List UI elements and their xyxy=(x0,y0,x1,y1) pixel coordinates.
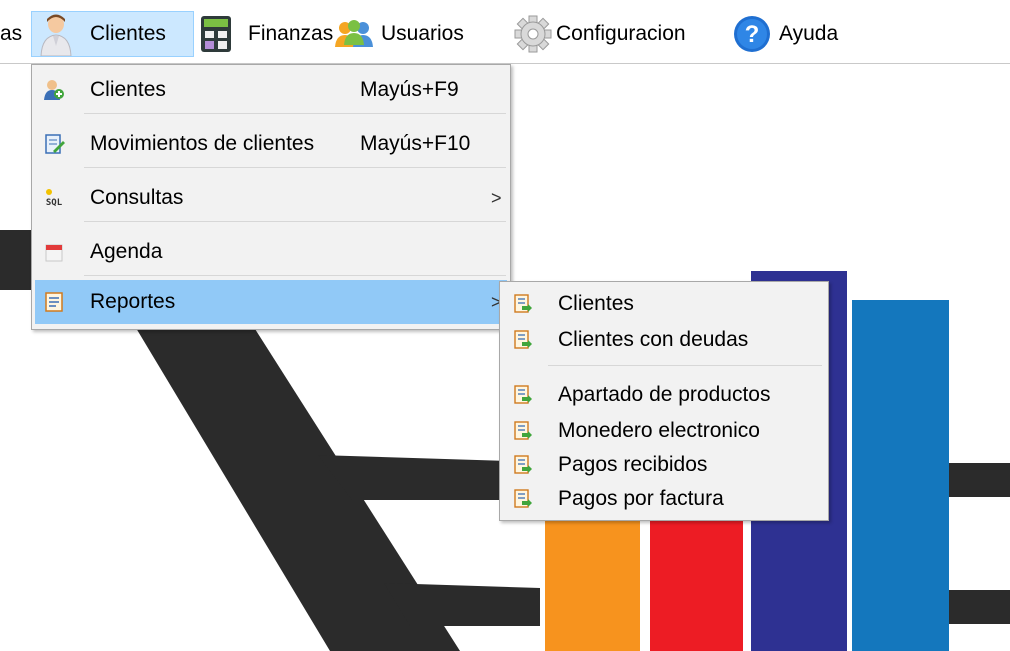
submenu-item-pagos-recibidos[interactable]: Pagos recibidos xyxy=(503,448,825,482)
calculator-icon xyxy=(201,16,231,52)
submenu-item-apartado-de-productos[interactable]: Apartado de productos xyxy=(503,378,825,412)
menubar-item-usuarios[interactable]: Usuarios xyxy=(333,11,464,57)
menubar-item-finanzas[interactable]: Finanzas xyxy=(200,11,333,57)
submenu-item-monedero-electronico[interactable]: Monedero electronico xyxy=(503,414,825,448)
clientes-dropdown-menu: Clientes Mayús+F9 Movimientos de cliente… xyxy=(31,64,511,330)
submenu-item-pagos-por-factura[interactable]: Pagos por factura xyxy=(503,482,825,516)
report-export-icon xyxy=(513,489,533,509)
menubar-item-configuracion[interactable]: Configuracion xyxy=(514,11,686,57)
calendar-icon xyxy=(45,244,63,262)
submenu-item-clientes-con-deudas[interactable]: Clientes con deudas xyxy=(503,323,825,357)
svg-text:SQL: SQL xyxy=(46,198,63,208)
bg-dark-left-block xyxy=(0,230,32,290)
bg-dark-branch-lower xyxy=(384,583,540,626)
submenu-item-clientes[interactable]: Clientes xyxy=(503,287,825,321)
menu-separator xyxy=(84,113,506,114)
report-export-icon xyxy=(513,330,533,350)
menu-separator xyxy=(84,275,506,276)
menubar-item-truncated[interactable]: as xyxy=(0,11,22,57)
menu-item-consultas[interactable]: SQL Consultas > xyxy=(35,175,507,221)
help-icon: ? xyxy=(734,16,770,52)
menu-item-reportes[interactable]: Reportes > xyxy=(35,280,507,324)
bar-red xyxy=(650,520,743,651)
bg-dark-right-stripe-upper xyxy=(945,463,1010,497)
client-add-icon xyxy=(44,80,64,100)
edit-document-icon xyxy=(45,134,65,154)
report-icon xyxy=(45,292,63,312)
submenu-arrow-icon: > xyxy=(491,187,502,208)
menu-item-agenda[interactable]: Agenda xyxy=(35,229,507,275)
bar-blue xyxy=(852,300,949,651)
menu-separator xyxy=(84,167,506,168)
menu-item-movimientos-de-clientes[interactable]: Movimientos de clientes Mayús+F10 xyxy=(35,121,507,167)
users-icon xyxy=(335,20,373,47)
menu-item-clientes[interactable]: Clientes Mayús+F9 xyxy=(35,67,507,113)
bg-dark-right-stripe-lower xyxy=(945,590,1010,624)
report-export-icon xyxy=(513,455,533,475)
report-export-icon xyxy=(513,421,533,441)
report-export-icon xyxy=(513,294,533,314)
menubar-item-clientes[interactable]: Clientes xyxy=(31,11,194,57)
menu-bar: as Clientes Finanzas Usuarios Configurac… xyxy=(0,0,1010,64)
bar-orange xyxy=(545,520,640,651)
report-export-icon xyxy=(513,385,533,405)
person-icon xyxy=(40,14,72,56)
reportes-submenu: Clientes Clientes con deudas Apartado de… xyxy=(499,281,829,521)
menubar-item-ayuda[interactable]: ? Ayuda xyxy=(733,11,838,57)
menu-separator xyxy=(84,221,506,222)
svg-text:?: ? xyxy=(745,21,760,48)
menu-separator xyxy=(548,365,822,366)
gear-icon xyxy=(514,15,552,53)
sql-icon: SQL xyxy=(46,189,63,208)
